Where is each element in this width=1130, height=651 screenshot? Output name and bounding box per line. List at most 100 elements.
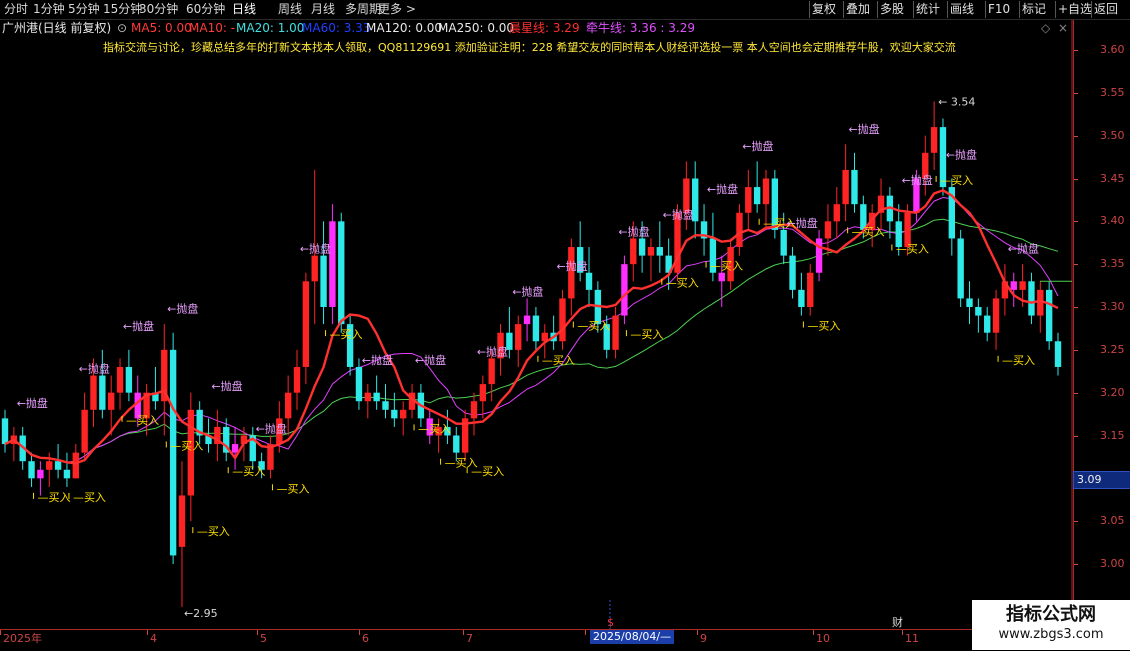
tab-5[interactable]: 60分钟 [186,2,225,17]
candle-body [753,187,761,205]
tab-10[interactable]: 更多 > [378,2,416,17]
toolbar-button-2[interactable]: 多股 [880,2,904,17]
time-tick-mark [147,630,148,635]
candle-body [736,212,743,248]
candle-body [116,366,124,393]
candle-body [99,375,106,410]
toolbar-separator [809,1,810,18]
toolbar-button-1[interactable]: 叠加 [846,2,870,17]
time-tick-label: 9 [700,632,707,645]
price-tick-label: 3.15 [1100,428,1125,442]
toolbar-button-7[interactable]: +自选 [1058,2,1092,17]
candle-body [302,281,310,367]
toolbar-separator [913,1,914,18]
price-tick-mark [1074,349,1078,351]
buy-signal-label: —买入 [232,465,265,478]
stock-title[interactable]: 广州港(日线 前复权) [2,20,111,37]
candle-body [479,384,487,402]
sell-signal-label: ←抛盘 [902,173,933,187]
time-tick-mark [585,630,586,635]
price-axis: 3.60 3.55 3.50 3.45 3.40 3.35 3.30 3.25 3.20 3.15… [1073,20,1130,630]
candle-body [966,298,973,307]
tab-8[interactable]: 月线 [311,2,335,17]
buy-signal-label: —买入 [630,328,663,341]
time-tick-mark [813,630,814,635]
candle-body [798,289,805,307]
candle-body [293,366,301,393]
toolbar-separator [1055,1,1056,18]
price-tick-label: 3.45 [1100,171,1125,185]
tab-2[interactable]: 5分钟 [68,2,100,17]
candle-body [125,366,133,393]
period-toolbar: 分时 1分钟 5分钟 15分钟 30分钟 60分钟 日线 周线 月线 多周期 更多 > 复权 叠加 多股统… [0,0,1130,20]
time-tick-label: 7 [466,632,473,645]
price-tick-mark [1074,264,1078,266]
sell-signal-label: ←抛盘 [663,207,694,221]
candle-body [559,298,566,342]
candle-body [630,238,637,265]
buy-signal-label: —买入 [418,422,451,435]
candle-body [851,169,858,205]
candle-body [72,452,79,479]
tab-6[interactable]: 日线 [232,2,256,17]
buy-signal-label: —买入 [1002,354,1035,367]
candle-body [656,247,663,256]
ma5-value: MA5: 0.00 [131,21,192,35]
candle-body [453,435,460,453]
toolbar-button-5[interactable]: F10 [988,2,1010,17]
candle-body [187,409,195,496]
buy-signal-label: —买入 [577,320,610,333]
candle-body [523,315,531,325]
candle-body [984,315,991,333]
watermark-title: 指标公式网 [1006,604,1096,625]
candle-body [81,409,88,453]
time-tick-label: 10 [816,632,830,645]
buy-signal-label: —买入 [852,225,885,238]
toolbar-button-6[interactable]: 标记 [1022,2,1046,17]
price-tick-label: 3.20 [1100,385,1125,399]
price-tick-label: 3.30 [1100,300,1125,313]
time-tick-mark [463,630,464,635]
candle-body [178,495,186,547]
settings-icon[interactable]: ⊙ [117,20,127,37]
buy-signal-label: —买入 [940,174,973,187]
tab-3[interactable]: 15分钟 [103,2,142,17]
toolbar-separator [985,1,986,18]
time-tick-mark [902,630,903,635]
candle-body [957,238,964,299]
candle-body [1054,341,1062,367]
price-tick-mark [1074,92,1078,94]
time-tick-mark [697,630,698,635]
candle-body [1010,281,1017,290]
time-tick-label: 6 [362,632,369,645]
sell-signal-label: ←抛盘 [556,259,587,273]
toolbar-button-0[interactable]: 复权 [812,2,836,17]
toolbar-button-4[interactable]: 画线 [950,2,974,17]
candle-body [400,409,407,419]
sell-signal-label: ←抛盘 [946,148,977,162]
candle-body [718,272,725,282]
buy-signal-label: —买入 [276,482,309,495]
time-tick-mark [257,630,258,635]
toolbar-separator [877,1,878,18]
kline-chart[interactable]: —买入 —买入—买入—买入—买入—买入—买入—买入—买入—买入—买入—买入—买入—… [0,0,1073,629]
candle-body [745,187,752,213]
finance-marker: 财 [892,615,903,629]
price-tick-label: 3.05 [1100,514,1125,528]
time-tick-label: 4 [150,632,157,645]
indicator-info-line: 广州港(日线 前复权) ⊙ MA5: 0.00 MA10: - MA20: 1.… [0,20,1070,37]
diamond-icon[interactable]: ◇ [1041,20,1050,37]
candle-body [1028,281,1035,316]
tab-9[interactable]: 多周期 [345,2,381,17]
tab-7[interactable]: 周线 [278,2,302,17]
time-tick-mark [0,630,1,635]
close-icon[interactable]: × [1058,20,1068,37]
tab-1[interactable]: 1分钟 [33,2,65,17]
toolbar-button-3[interactable]: 统计 [916,2,940,17]
tab-4[interactable]: 30分钟 [139,2,178,17]
toolbar-button-8[interactable]: 返回 [1094,2,1118,17]
candle-body [107,392,115,410]
candle-body [780,229,787,256]
tab-0[interactable]: 分时 [4,2,28,17]
price-tick-label: 3.25 [1100,342,1125,356]
